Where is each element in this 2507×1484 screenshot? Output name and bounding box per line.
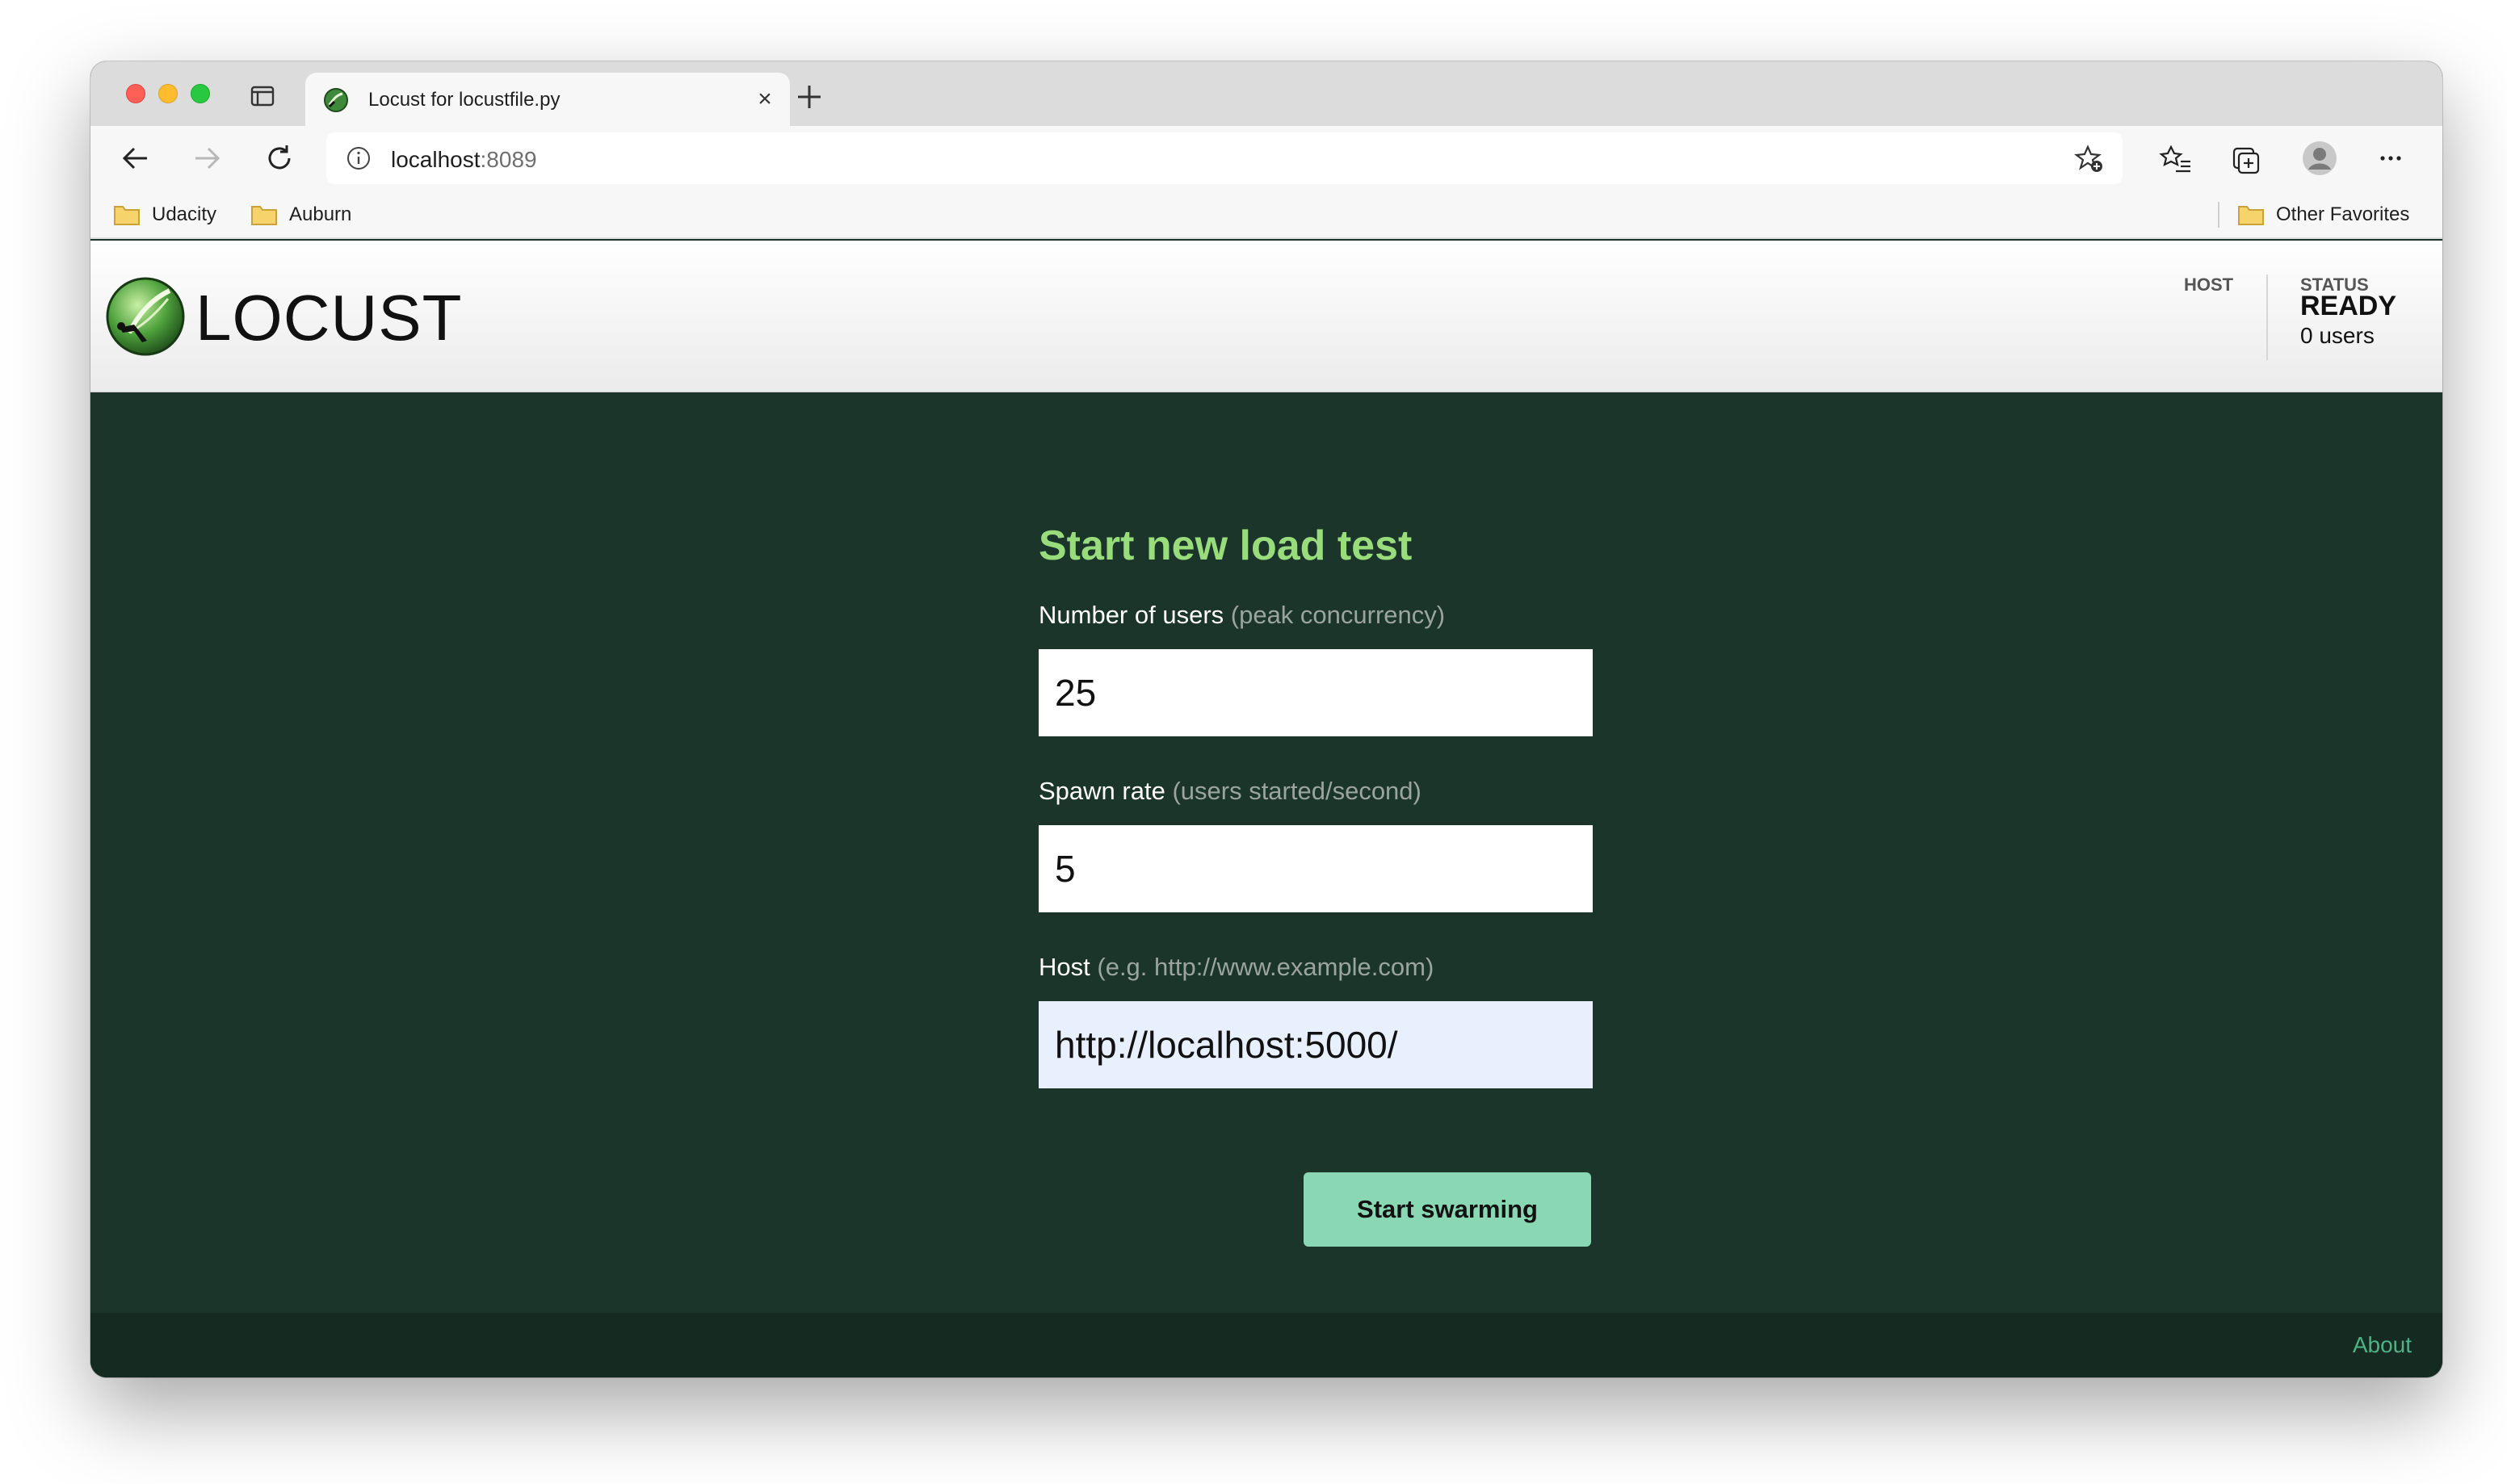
users-label-text: Number of users [1039, 601, 1224, 629]
profile-icon[interactable] [2302, 140, 2337, 176]
header-divider [2266, 275, 2268, 360]
tab-locust[interactable]: Locust for locustfile.py × [305, 73, 790, 126]
user-count: 0 users [2300, 323, 2375, 348]
close-tab-icon[interactable]: × [753, 87, 777, 111]
maximize-window-button[interactable] [191, 84, 210, 103]
spawn-rate-hint: (users started/second) [1172, 777, 1421, 805]
app-header: LOCUST HOST STATUS READY 0 users [90, 241, 2442, 392]
folder-icon [114, 206, 140, 225]
form-title: Start new load test [1039, 522, 1413, 569]
close-window-button[interactable] [126, 84, 145, 103]
address-bar[interactable]: localhost:8089 [326, 132, 2123, 184]
url-text: localhost:8089 [391, 147, 537, 173]
bookmark-label: Other Favorites [2276, 203, 2410, 225]
start-swarming-button[interactable]: Start swarming [1304, 1172, 1591, 1247]
url-host: localhost [391, 147, 481, 172]
host-label-text: Host [1039, 953, 1090, 981]
url-port: :8089 [480, 147, 537, 172]
main-content: Start new load test Number of users (pea… [90, 392, 2442, 1313]
spawn-rate-label: Spawn rate (users started/second) [1039, 777, 1596, 806]
app-footer: About [90, 1313, 2442, 1377]
bookmark-label: Auburn [289, 203, 352, 225]
bookmark-label: Udacity [152, 203, 217, 225]
spawn-rate-label-text: Spawn rate [1039, 777, 1165, 805]
browser-toolbar: localhost:8089 [90, 126, 2442, 191]
host-label: HOST [2184, 275, 2234, 295]
back-icon[interactable] [120, 142, 152, 174]
more-icon[interactable] [2373, 140, 2408, 176]
bookmarks-separator [2218, 202, 2219, 228]
browser-window: Locust for locustfile.py × localhost:808… [90, 61, 2442, 1377]
locust-logo-icon[interactable] [105, 276, 186, 357]
folder-icon [2238, 206, 2264, 225]
bookmarks-bar: Udacity Auburn Other Favorites [90, 191, 2442, 239]
tab-title: Locust for locustfile.py [368, 89, 561, 111]
user-count-input[interactable] [1039, 649, 1593, 736]
add-favorite-icon[interactable] [2074, 144, 2105, 174]
collections-icon[interactable] [2229, 140, 2265, 176]
host-field-label: Host (e.g. http://www.example.com) [1039, 953, 1596, 982]
minimize-window-button[interactable] [158, 84, 178, 103]
host-input[interactable] [1039, 1001, 1593, 1088]
favorites-icon[interactable] [2158, 140, 2194, 176]
locust-favicon-icon [324, 88, 348, 112]
bookmark-auburn[interactable]: Auburn [250, 200, 351, 229]
status-value: READY [2300, 291, 2397, 321]
folder-icon [251, 206, 277, 225]
users-label: Number of users (peak concurrency) [1039, 601, 1596, 630]
users-hint: (peak concurrency) [1230, 601, 1446, 629]
forward-icon[interactable] [191, 142, 223, 174]
bookmark-other-favorites[interactable]: Other Favorites [2237, 200, 2409, 229]
locust-wordmark: LOCUST [195, 282, 463, 354]
reload-icon[interactable] [263, 142, 296, 174]
spawn-rate-input[interactable] [1039, 825, 1593, 912]
bookmark-udacity[interactable]: Udacity [113, 200, 216, 229]
tab-actions-icon[interactable] [250, 86, 275, 107]
start-test-form: Start new load test Number of users (pea… [1039, 522, 1596, 1088]
info-icon[interactable] [346, 145, 372, 171]
host-hint: (e.g. http://www.example.com) [1097, 953, 1434, 981]
new-tab-icon[interactable] [793, 81, 825, 113]
tab-strip: Locust for locustfile.py × [90, 61, 2442, 126]
about-link[interactable]: About [2353, 1332, 2412, 1358]
